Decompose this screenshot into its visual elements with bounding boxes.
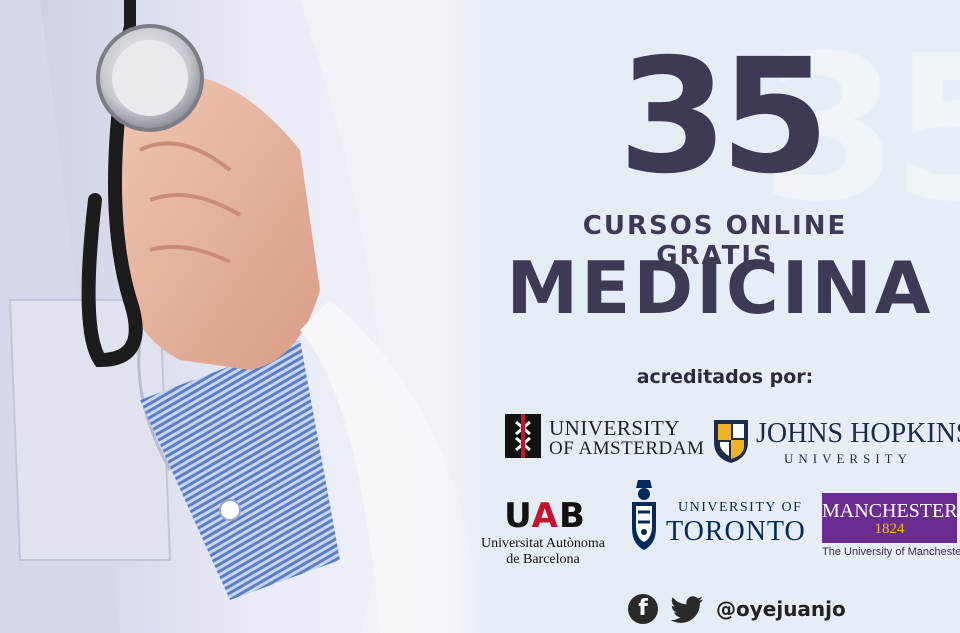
uab-mark-a: A bbox=[531, 496, 559, 536]
uab-mark-u: U bbox=[504, 496, 532, 536]
social-handle[interactable]: @oyejuanjo bbox=[716, 597, 846, 621]
jhu-shield-icon bbox=[714, 420, 748, 463]
jhu-name-line2: UNIVERSITY bbox=[784, 451, 912, 466]
uoft-name-line2: TORONTO bbox=[666, 516, 806, 547]
jhu-name-line1: JOHNS HOPKINS bbox=[756, 418, 960, 449]
uoft-crest-icon bbox=[632, 480, 656, 550]
manchester-year: 1824 bbox=[874, 521, 905, 537]
uoft-name-line1: UNIVERSITY OF bbox=[678, 500, 803, 515]
headline-title: MEDICINA bbox=[506, 246, 934, 330]
course-count: 35 bbox=[618, 25, 830, 209]
manchester-badge: MANCHESTER 1824 bbox=[822, 493, 958, 543]
facebook-icon[interactable]: f bbox=[628, 594, 658, 624]
facebook-glyph: f bbox=[638, 596, 648, 621]
promo-banner: 35 35 CURSOS ONLINE GRATIS MEDICINA acre… bbox=[0, 0, 960, 633]
uab-name-line2: de Barcelona bbox=[506, 552, 580, 567]
manchester-caption: The University of Manchester bbox=[822, 546, 960, 558]
uab-name-line1: Universitat Autònoma bbox=[480, 536, 606, 551]
uva-shield-icon bbox=[505, 414, 541, 458]
accreditation-label: acreditados por: bbox=[636, 366, 814, 388]
manchester-name: MANCHESTER bbox=[822, 500, 958, 522]
twitter-icon[interactable] bbox=[670, 596, 704, 624]
uab-mark-b: B bbox=[558, 496, 586, 536]
uab-mark: UAB bbox=[495, 496, 595, 536]
uva-name-line2: OF AMSTERDAM bbox=[549, 438, 705, 459]
